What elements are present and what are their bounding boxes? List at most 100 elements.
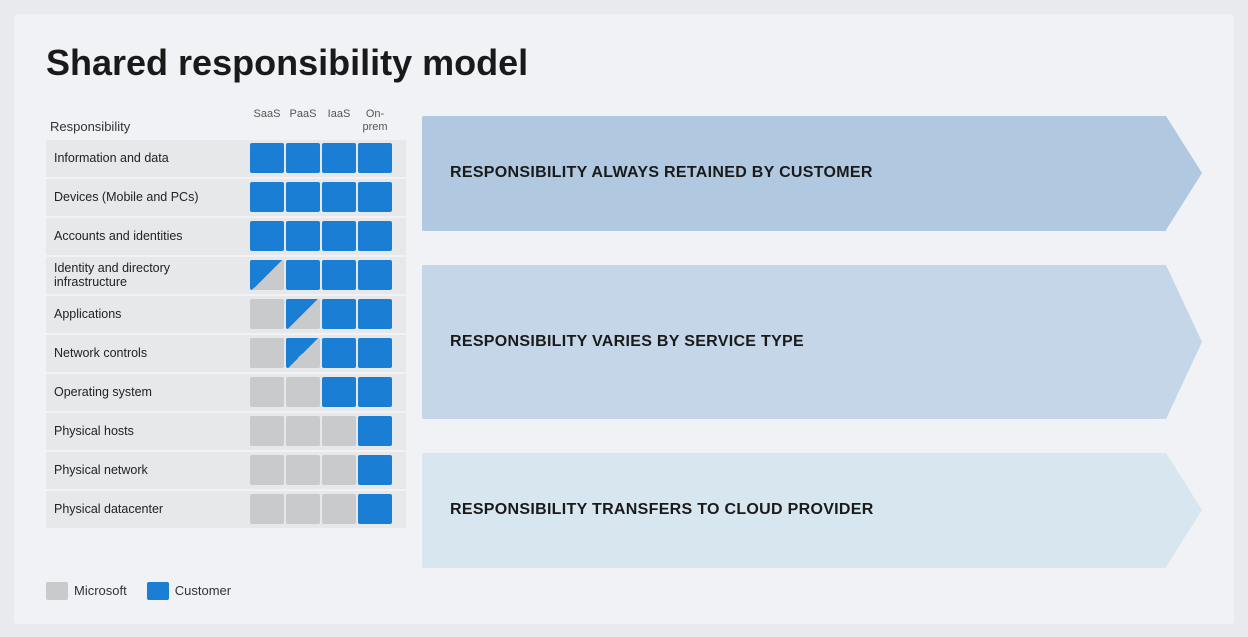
table-rows: Information and data Devices (Mobile and … <box>46 140 406 528</box>
cell <box>358 494 392 524</box>
cell <box>358 143 392 173</box>
row-cells <box>250 221 392 251</box>
table-row: Network controls <box>46 335 406 372</box>
cell <box>322 377 356 407</box>
arrow-shape: RESPONSIBILITY ALWAYS RETAINED BY CUSTOM… <box>422 116 1202 231</box>
cell <box>322 143 356 173</box>
table-row: Information and data <box>46 140 406 177</box>
cell <box>286 455 320 485</box>
row-label: Physical network <box>46 463 246 477</box>
arrow-wrapper: RESPONSIBILITY TRANSFERS TO CLOUD PROVID… <box>422 453 1202 568</box>
row-label: Information and data <box>46 151 246 165</box>
legend-microsoft: Microsoft <box>46 582 127 600</box>
arrow-text: RESPONSIBILITY VARIES BY SERVICE TYPE <box>450 333 804 351</box>
table-row: Physical hosts <box>46 413 406 450</box>
cell <box>286 299 320 329</box>
cell <box>286 338 320 368</box>
cell <box>358 221 392 251</box>
col-header-saas: SaaS <box>250 108 284 134</box>
legend: Microsoft Customer <box>46 582 1202 600</box>
cell <box>322 494 356 524</box>
cell <box>358 455 392 485</box>
cell <box>322 182 356 212</box>
table-row: Operating system <box>46 374 406 411</box>
cell <box>358 182 392 212</box>
col-header-onprem: On-prem <box>358 108 392 134</box>
cell <box>250 494 284 524</box>
legend-label-microsoft: Microsoft <box>74 583 127 598</box>
row-cells <box>250 299 392 329</box>
cell <box>322 455 356 485</box>
arrow-shape: RESPONSIBILITY TRANSFERS TO CLOUD PROVID… <box>422 453 1202 568</box>
row-label: Physical hosts <box>46 424 246 438</box>
cell <box>322 299 356 329</box>
arrow-wrapper: RESPONSIBILITY VARIES BY SERVICE TYPE <box>422 265 1202 419</box>
table-section: Responsibility SaaS PaaS IaaS On-prem In… <box>46 108 406 568</box>
table-row: Devices (Mobile and PCs) <box>46 179 406 216</box>
cell <box>286 416 320 446</box>
arrow-text: RESPONSIBILITY TRANSFERS TO CLOUD PROVID… <box>450 501 874 519</box>
cell <box>286 377 320 407</box>
row-cells <box>250 338 392 368</box>
arrows-section: RESPONSIBILITY ALWAYS RETAINED BY CUSTOM… <box>406 108 1202 568</box>
arrow-shape: RESPONSIBILITY VARIES BY SERVICE TYPE <box>422 265 1202 419</box>
legend-customer: Customer <box>147 582 231 600</box>
arrow-text: RESPONSIBILITY ALWAYS RETAINED BY CUSTOM… <box>450 164 873 182</box>
cell <box>322 221 356 251</box>
row-label: Identity and directory infrastructure <box>46 261 246 289</box>
cell <box>286 260 320 290</box>
col-headers: SaaS PaaS IaaS On-prem <box>250 108 392 134</box>
arrow-head <box>1166 453 1202 567</box>
arrow-body: RESPONSIBILITY ALWAYS RETAINED BY CUSTOM… <box>422 116 1166 231</box>
table-row: Physical network <box>46 452 406 489</box>
arrow-body: RESPONSIBILITY TRANSFERS TO CLOUD PROVID… <box>422 453 1166 568</box>
arrow-head <box>1166 265 1202 419</box>
legend-label-customer: Customer <box>175 583 231 598</box>
cell <box>250 143 284 173</box>
row-cells <box>250 182 392 212</box>
cell <box>286 494 320 524</box>
cell <box>358 338 392 368</box>
legend-swatch-microsoft <box>46 582 68 600</box>
cell <box>358 416 392 446</box>
slide-title: Shared responsibility model <box>46 42 1202 84</box>
row-label: Accounts and identities <box>46 229 246 243</box>
cell <box>358 299 392 329</box>
row-label: Applications <box>46 307 246 321</box>
slide: Shared responsibility model Responsibili… <box>14 14 1234 624</box>
row-cells <box>250 143 392 173</box>
cell <box>250 260 284 290</box>
cell <box>250 182 284 212</box>
cell <box>322 338 356 368</box>
table-row: Accounts and identities <box>46 218 406 255</box>
legend-swatch-customer <box>147 582 169 600</box>
arrow-body: RESPONSIBILITY VARIES BY SERVICE TYPE <box>422 265 1166 419</box>
cell <box>250 338 284 368</box>
row-cells <box>250 377 392 407</box>
cell <box>250 416 284 446</box>
cell <box>322 260 356 290</box>
row-cells <box>250 416 392 446</box>
cell <box>250 299 284 329</box>
table-header: Responsibility SaaS PaaS IaaS On-prem <box>46 108 406 138</box>
cell <box>286 182 320 212</box>
row-cells <box>250 260 392 290</box>
col-header-paas: PaaS <box>286 108 320 134</box>
cell <box>286 143 320 173</box>
row-label: Operating system <box>46 385 246 399</box>
row-label: Physical datacenter <box>46 502 246 516</box>
cell <box>250 455 284 485</box>
arrow-head <box>1166 116 1202 230</box>
cell <box>250 221 284 251</box>
row-label: Network controls <box>46 346 246 360</box>
arrow-wrapper: RESPONSIBILITY ALWAYS RETAINED BY CUSTOM… <box>422 116 1202 231</box>
table-row: Applications <box>46 296 406 333</box>
row-cells <box>250 455 392 485</box>
header-label: Responsibility <box>46 119 246 134</box>
cell <box>322 416 356 446</box>
cell <box>358 260 392 290</box>
cell <box>286 221 320 251</box>
table-row: Physical datacenter <box>46 491 406 528</box>
cell <box>250 377 284 407</box>
col-header-iaas: IaaS <box>322 108 356 134</box>
